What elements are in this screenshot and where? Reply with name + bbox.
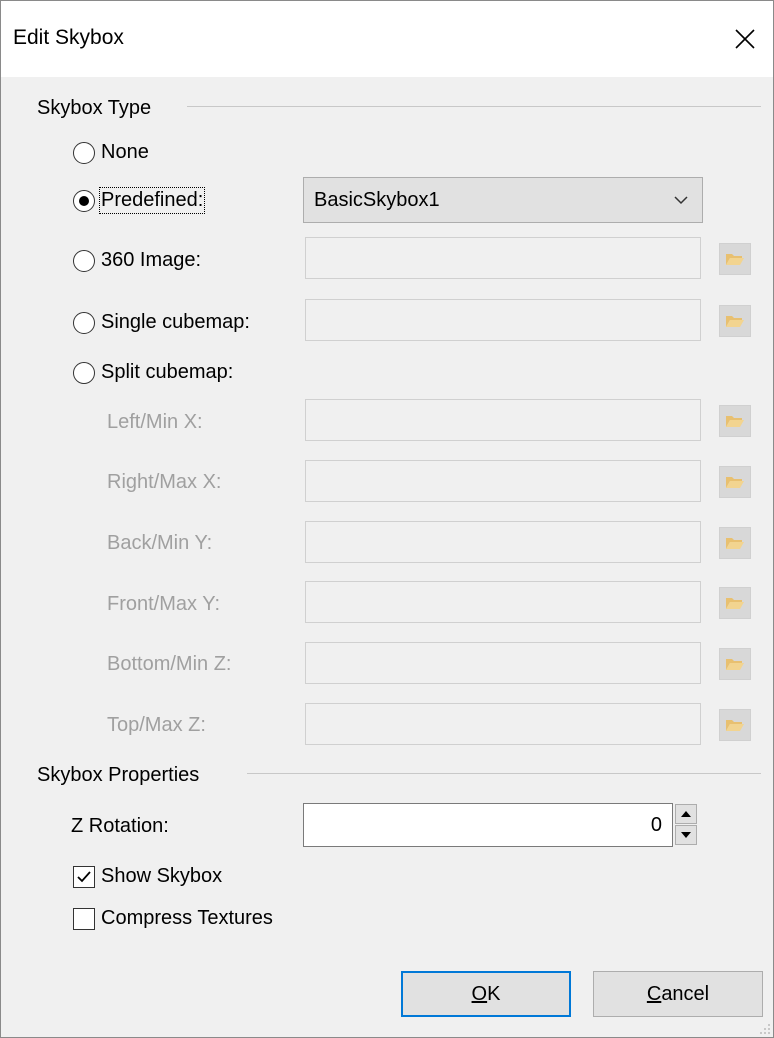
front-max-y-label: Front/Max Y: bbox=[107, 593, 221, 615]
folder-open-icon bbox=[726, 720, 744, 731]
compress-textures-checkbox-row[interactable]: Compress Textures bbox=[73, 907, 273, 930]
folder-open-icon bbox=[726, 316, 744, 327]
compress-textures-label: Compress Textures bbox=[101, 907, 273, 929]
front-max-y-field[interactable] bbox=[305, 581, 701, 623]
skybox-properties-divider bbox=[247, 773, 761, 774]
top-max-z-field[interactable] bbox=[305, 703, 701, 745]
show-skybox-label: Show Skybox bbox=[101, 865, 223, 887]
cancel-button[interactable]: Cancel bbox=[593, 971, 763, 1017]
ok-button[interactable]: OK bbox=[401, 971, 571, 1017]
checkmark-icon bbox=[77, 870, 91, 882]
image-360-field[interactable] bbox=[305, 237, 701, 279]
cancel-label-rest: ancel bbox=[661, 982, 710, 1005]
radio-none-label: None bbox=[101, 141, 149, 163]
folder-open-icon bbox=[726, 538, 744, 549]
chevron-down-icon bbox=[674, 196, 688, 205]
z-rotation-down-button[interactable] bbox=[675, 825, 697, 845]
folder-open-icon bbox=[726, 416, 744, 427]
show-skybox-checkbox[interactable] bbox=[73, 865, 95, 888]
single-cubemap-browse-button[interactable] bbox=[719, 305, 751, 337]
left-min-x-field[interactable] bbox=[305, 399, 701, 441]
front-max-y-browse-button[interactable] bbox=[719, 587, 751, 619]
z-rotation-input[interactable]: 0 bbox=[303, 803, 673, 847]
radio-360-image-label: 360 Image: bbox=[101, 249, 202, 271]
ok-mnemonic: O bbox=[471, 982, 488, 1005]
skybox-properties-header: Skybox Properties bbox=[37, 764, 200, 786]
radio-button-predefined[interactable] bbox=[73, 189, 95, 212]
z-rotation-up-button[interactable] bbox=[675, 804, 697, 824]
edit-skybox-dialog: Edit Skybox Skybox Type None Predefined:… bbox=[0, 0, 774, 1038]
radio-360-image[interactable]: 360 Image: bbox=[73, 249, 201, 272]
dialog-title: Edit Skybox bbox=[13, 26, 124, 49]
show-skybox-checkbox-row[interactable]: Show Skybox bbox=[73, 865, 222, 888]
top-max-z-browse-button[interactable] bbox=[719, 709, 751, 741]
z-rotation-value: 0 bbox=[650, 814, 662, 836]
triangle-up-icon bbox=[681, 811, 691, 817]
top-max-z-label: Top/Max Z: bbox=[107, 714, 206, 736]
radio-button-split-cubemap[interactable] bbox=[73, 361, 95, 384]
right-max-x-browse-button[interactable] bbox=[719, 466, 751, 498]
bottom-min-z-browse-button[interactable] bbox=[719, 648, 751, 680]
right-max-x-field[interactable] bbox=[305, 460, 701, 502]
resize-grip-icon[interactable] bbox=[759, 1023, 771, 1035]
triangle-down-icon bbox=[681, 832, 691, 838]
image-360-browse-button[interactable] bbox=[719, 243, 751, 275]
left-min-x-browse-button[interactable] bbox=[719, 405, 751, 437]
close-icon bbox=[735, 29, 755, 49]
skybox-type-divider bbox=[187, 106, 761, 107]
folder-open-icon bbox=[726, 659, 744, 670]
back-min-y-field[interactable] bbox=[305, 521, 701, 563]
back-min-y-label: Back/Min Y: bbox=[107, 532, 213, 554]
predefined-skybox-value: BasicSkybox1 bbox=[314, 189, 440, 211]
right-max-x-label: Right/Max X: bbox=[107, 471, 222, 493]
radio-none[interactable]: None bbox=[73, 141, 149, 164]
bottom-min-z-field[interactable] bbox=[305, 642, 701, 684]
cancel-mnemonic: C bbox=[646, 982, 662, 1005]
folder-open-icon bbox=[726, 477, 744, 488]
z-rotation-label: Z Rotation: bbox=[71, 815, 169, 837]
radio-button-single-cubemap[interactable] bbox=[73, 311, 95, 334]
predefined-skybox-select[interactable]: BasicSkybox1 bbox=[303, 177, 703, 223]
radio-predefined-label: Predefined: bbox=[98, 187, 206, 214]
radio-predefined[interactable]: Predefined: bbox=[73, 187, 206, 214]
radio-button-360-image[interactable] bbox=[73, 249, 95, 272]
radio-split-cubemap-label: Split cubemap: bbox=[101, 361, 234, 383]
bottom-min-z-label: Bottom/Min Z: bbox=[107, 653, 232, 675]
skybox-type-header: Skybox Type bbox=[37, 97, 152, 119]
radio-single-cubemap[interactable]: Single cubemap: bbox=[73, 311, 250, 334]
close-button[interactable] bbox=[717, 9, 773, 69]
title-bar: Edit Skybox bbox=[1, 1, 773, 77]
radio-button-none[interactable] bbox=[73, 141, 95, 164]
back-min-y-browse-button[interactable] bbox=[719, 527, 751, 559]
radio-single-cubemap-label: Single cubemap: bbox=[101, 311, 250, 333]
left-min-x-label: Left/Min X: bbox=[107, 411, 203, 433]
single-cubemap-field[interactable] bbox=[305, 299, 701, 341]
folder-open-icon bbox=[726, 254, 744, 265]
ok-label-rest: K bbox=[487, 982, 501, 1005]
compress-textures-checkbox[interactable] bbox=[73, 907, 95, 930]
radio-split-cubemap[interactable]: Split cubemap: bbox=[73, 361, 233, 384]
folder-open-icon bbox=[726, 598, 744, 609]
